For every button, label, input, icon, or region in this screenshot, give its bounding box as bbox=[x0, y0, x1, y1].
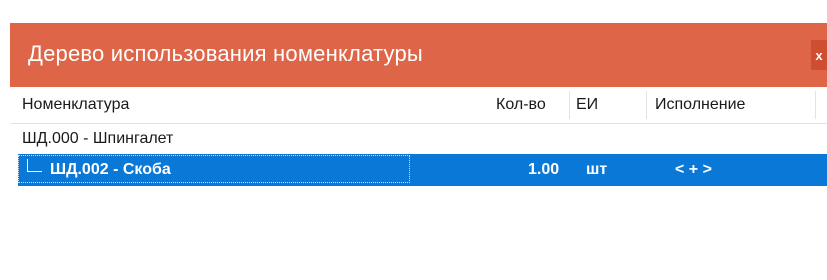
column-header-variant[interactable]: Исполнение bbox=[655, 87, 745, 123]
column-header-nomenclature[interactable]: Номенклатура bbox=[22, 87, 129, 123]
window-title: Дерево использования номенклатуры bbox=[28, 41, 423, 66]
column-header-unit[interactable]: ЕИ bbox=[576, 87, 598, 123]
tree-row-selected[interactable]: ШД.002 - Скоба 1.00 шт < + > bbox=[18, 154, 827, 186]
close-button[interactable]: x bbox=[811, 40, 827, 70]
title-bar[interactable]: Дерево использования номенклатуры x bbox=[10, 23, 827, 87]
tree-connector-icon bbox=[27, 159, 42, 172]
row-qty: 1.00 bbox=[528, 161, 560, 178]
row-variant: < + > bbox=[675, 161, 712, 178]
column-header-qty[interactable]: Кол-во bbox=[496, 87, 546, 123]
row-name: ШД.002 - Скоба bbox=[50, 161, 171, 178]
usage-tree-window: Дерево использования номенклатуры x Номе… bbox=[10, 23, 827, 280]
column-divider[interactable] bbox=[815, 91, 816, 119]
grid-header: Номенклатура Кол-во ЕИ Исполнение bbox=[10, 87, 827, 124]
row-name: ШД.000 - Шпингалет bbox=[22, 130, 174, 147]
row-unit: шт bbox=[586, 161, 608, 178]
tree-row-root[interactable]: ШД.000 - Шпингалет bbox=[10, 123, 827, 155]
column-divider[interactable] bbox=[569, 91, 570, 119]
tree-grid[interactable]: Номенклатура Кол-во ЕИ Исполнение ШД.000… bbox=[10, 87, 827, 280]
column-divider[interactable] bbox=[646, 91, 647, 119]
